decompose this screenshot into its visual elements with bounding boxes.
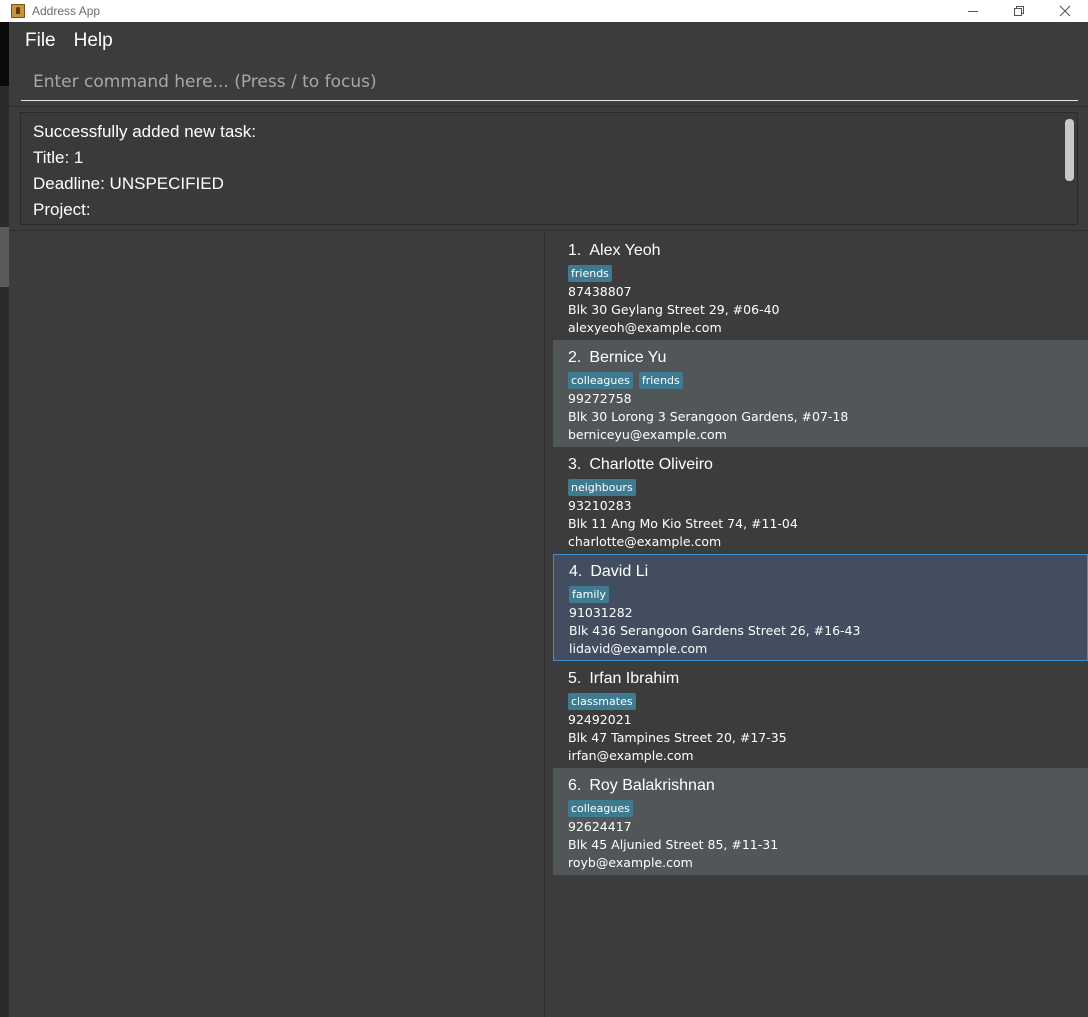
menu-bar: File Help [9, 22, 1088, 60]
person-name: Alex Yeoh [589, 242, 661, 259]
result-line: Title: 1 [33, 148, 84, 167]
app-window: File Help Successfully added new task: T… [9, 22, 1088, 1017]
command-box [9, 60, 1088, 106]
tag-label: colleagues [568, 800, 633, 817]
result-display[interactable]: Successfully added new task: Title: 1 De… [20, 112, 1078, 225]
person-email: alexyeoh@example.com [568, 320, 722, 335]
person-name-line: 3. Charlotte Oliveiro [568, 454, 1073, 476]
menu-help[interactable]: Help [65, 30, 122, 52]
person-tags: friends [568, 265, 1073, 283]
result-line: Project: [33, 200, 91, 219]
tag-label: friends [638, 372, 683, 389]
person-phone: 99272758 [568, 391, 632, 406]
app-icon [11, 4, 25, 18]
person-name: Irfan Ibrahim [589, 670, 680, 687]
close-icon [1059, 5, 1071, 17]
minimize-icon [968, 11, 978, 12]
tag-label: friends [568, 265, 612, 282]
desktop-dark-patch [0, 22, 9, 86]
divider [9, 106, 1088, 107]
person-tags: family [569, 586, 1073, 604]
person-name-line: 5. Irfan Ibrahim [568, 668, 1073, 690]
tag-label: neighbours [568, 479, 636, 496]
person-name-line: 4. David Li [569, 561, 1073, 583]
person-address: Blk 30 Lorong 3 Serangoon Gardens, #07-1… [568, 409, 849, 424]
person-address: Blk 47 Tampines Street 20, #17-35 [568, 730, 787, 745]
minimize-button[interactable] [950, 0, 996, 22]
result-line: Successfully added new task: [33, 122, 257, 141]
window-controls [950, 0, 1088, 22]
person-name: David Li [590, 563, 649, 580]
person-email: royb@example.com [568, 855, 693, 870]
person-index: 2. [568, 349, 582, 366]
tag-label: family [569, 586, 609, 603]
person-address: Blk 45 Aljunied Street 85, #11-31 [568, 837, 779, 852]
restore-button[interactable] [996, 0, 1042, 22]
person-card[interactable]: 5. Irfan Ibrahim classmates 92492021 Blk … [553, 661, 1088, 768]
person-phone: 91031282 [569, 605, 633, 620]
person-index: 3. [568, 456, 582, 473]
person-card[interactable]: 1. Alex Yeoh friends 87438807 Blk 30 Geyl… [553, 233, 1088, 340]
person-email: irfan@example.com [568, 748, 694, 763]
close-button[interactable] [1042, 0, 1088, 22]
person-phone: 93210283 [568, 498, 632, 513]
window-title: Address App [32, 4, 101, 18]
title-bar[interactable]: Address App [0, 0, 1088, 22]
person-card-selected[interactable]: 4. David Li family 91031282 Blk 436 Seran… [553, 554, 1088, 661]
person-address: Blk 436 Serangoon Gardens Street 26, #16… [569, 623, 861, 638]
person-phone: 87438807 [568, 284, 632, 299]
person-email: charlotte@example.com [568, 534, 722, 549]
menu-file[interactable]: File [16, 30, 65, 52]
left-panel [9, 231, 545, 1017]
result-text: Successfully added new task: Title: 1 De… [21, 113, 1077, 223]
person-name-line: 1. Alex Yeoh [568, 240, 1073, 262]
person-index: 6. [568, 777, 582, 794]
command-input[interactable] [21, 64, 1078, 101]
person-name: Bernice Yu [589, 349, 667, 366]
person-tags: colleagues friends [568, 372, 1073, 390]
person-card[interactable]: 6. Roy Balakrishnan colleagues 92624417 B… [553, 768, 1088, 875]
person-tags: neighbours [568, 479, 1073, 497]
person-email: berniceyu@example.com [568, 427, 727, 442]
person-card[interactable]: 3. Charlotte Oliveiro neighbours 93210283… [553, 447, 1088, 554]
person-index: 4. [569, 563, 583, 580]
person-list[interactable]: 1. Alex Yeoh friends 87438807 Blk 30 Geyl… [553, 233, 1088, 1017]
person-name-line: 2. Bernice Yu [568, 347, 1073, 369]
restore-icon [1014, 6, 1024, 16]
person-name: Charlotte Oliveiro [589, 456, 713, 473]
person-phone: 92492021 [568, 712, 632, 727]
desktop-background-strip [0, 22, 9, 1017]
tag-label: colleagues [568, 372, 633, 389]
person-phone: 92624417 [568, 819, 632, 834]
result-line: Deadline: UNSPECIFIED [33, 174, 224, 193]
person-card[interactable]: 2. Bernice Yu colleagues friends 99272758… [553, 340, 1088, 447]
person-name: Roy Balakrishnan [589, 777, 715, 794]
desktop-light-patch [0, 227, 9, 287]
person-address: Blk 11 Ang Mo Kio Street 74, #11-04 [568, 516, 798, 531]
person-email: lidavid@example.com [569, 641, 708, 656]
person-name-line: 6. Roy Balakrishnan [568, 775, 1073, 797]
result-scrollbar[interactable] [1065, 119, 1074, 181]
person-index: 1. [568, 242, 582, 259]
person-address: Blk 30 Geylang Street 29, #06-40 [568, 302, 780, 317]
tag-label: classmates [568, 693, 636, 710]
person-index: 5. [568, 670, 582, 687]
person-tags: colleagues [568, 800, 1073, 818]
person-tags: classmates [568, 693, 1073, 711]
